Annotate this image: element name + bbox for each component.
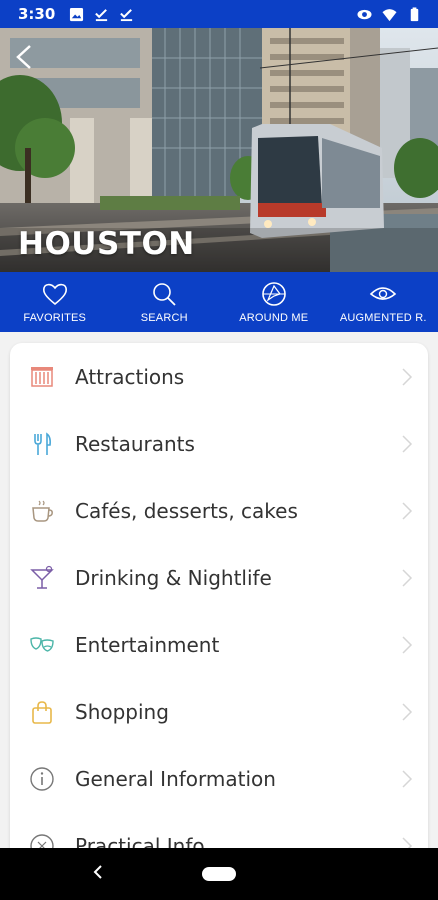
system-nav-bar: [0, 848, 438, 900]
fork-knife-icon: [28, 430, 56, 458]
info-icon: [28, 765, 56, 793]
image-icon: [70, 7, 84, 21]
list-item-label: Attractions: [75, 364, 185, 389]
tab-label: AUGMENTED R.: [339, 312, 427, 324]
around-me-icon: [261, 282, 286, 306]
eye-icon: [370, 287, 397, 300]
chevron-right-icon: [402, 434, 413, 453]
list-item-drinking-nightlife[interactable]: Drinking & Nightlife: [10, 544, 428, 611]
search-icon: [153, 283, 176, 306]
shopping-bag-icon: [28, 698, 56, 726]
list-item-label: Cafés, desserts, cakes: [75, 498, 298, 523]
list-item-shopping[interactable]: Shopping: [10, 678, 428, 745]
masks-icon: [28, 631, 56, 659]
list-item-general-information[interactable]: General Information: [10, 745, 428, 812]
list-item-cafes[interactable]: Cafés, desserts, cakes: [10, 477, 428, 544]
heart-icon: [42, 283, 67, 306]
action-tab-bar: FAVORITES SEARCH AROUND ME AUGMENTED R.: [0, 272, 438, 332]
list-item-entertainment[interactable]: Entertainment: [10, 611, 428, 678]
chevron-right-icon: [402, 501, 413, 520]
tab-search[interactable]: SEARCH: [110, 272, 220, 332]
list-item-restaurants[interactable]: Restaurants: [10, 410, 428, 477]
wifi-icon: [382, 8, 397, 21]
attractions-icon: [28, 363, 56, 391]
tab-label: AROUND ME: [239, 312, 309, 324]
eye-icon: [357, 9, 372, 19]
chevron-right-icon: [402, 367, 413, 386]
chevron-right-icon: [402, 769, 413, 788]
battery-icon: [410, 6, 419, 21]
tab-augmented-reality[interactable]: AUGMENTED R.: [329, 272, 438, 332]
chevron-right-icon: [402, 635, 413, 654]
list-item-label: Entertainment: [75, 632, 220, 657]
status-bar: 3:30: [0, 0, 438, 28]
list-item-label: Shopping: [75, 699, 169, 724]
check-icon: [95, 8, 108, 21]
tab-label: SEARCH: [140, 312, 188, 324]
tab-around-me[interactable]: AROUND ME: [219, 272, 329, 332]
list-item-label: General Information: [75, 766, 276, 791]
coffee-cup-icon: [28, 497, 56, 525]
tab-favorites[interactable]: FAVORITES: [0, 272, 110, 332]
category-list: Attractions Restaurants Cafés, desserts,…: [10, 343, 428, 863]
back-arrow-icon: [16, 45, 31, 69]
list-item-label: Drinking & Nightlife: [75, 565, 272, 590]
nav-back-icon[interactable]: [88, 862, 108, 882]
chevron-right-icon: [402, 702, 413, 721]
tab-label: FAVORITES: [23, 312, 87, 324]
city-title: HOUSTON: [18, 226, 195, 262]
cocktail-icon: [28, 564, 56, 592]
list-item-attractions[interactable]: Attractions: [10, 343, 428, 410]
back-button[interactable]: [14, 44, 48, 78]
check-icon: [120, 8, 133, 21]
nav-home-pill[interactable]: [202, 867, 236, 881]
status-time: 3:30: [18, 5, 56, 23]
hero-image: HOUSTON: [0, 28, 438, 272]
list-item-label: Restaurants: [75, 431, 195, 456]
chevron-right-icon: [402, 568, 413, 587]
